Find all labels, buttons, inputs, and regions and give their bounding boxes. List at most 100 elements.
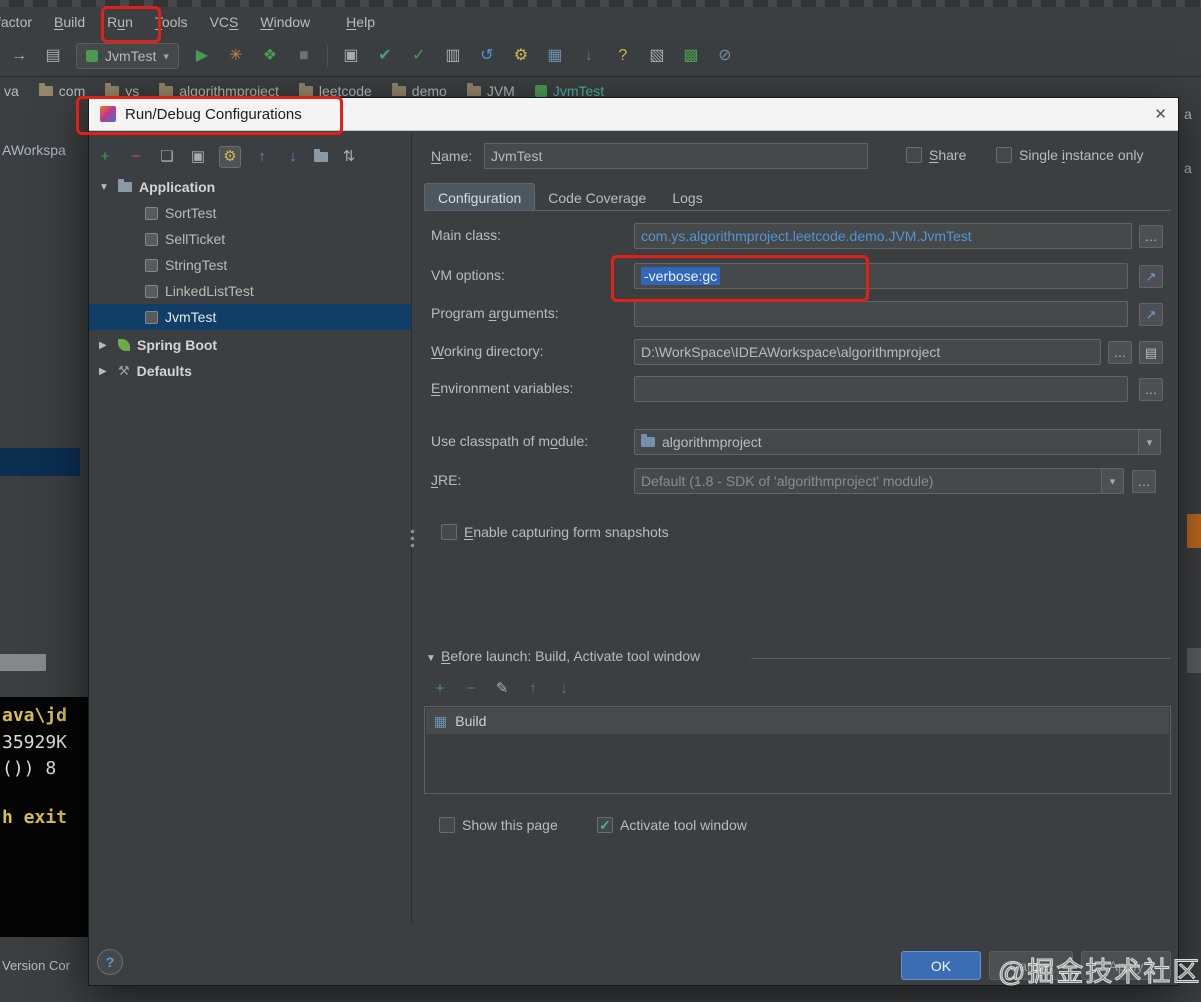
activate-tool-window-checkbox[interactable]: ✓ Activate tool window — [597, 817, 747, 833]
run-icon[interactable]: ▶ — [191, 45, 213, 67]
main-toolbar: → ▤ JvmTest ▾ ▶ ✳ ❖ ■ ▣ ✔ ✓ ▥ ↺ ⚙ ▦ ↓ ? … — [0, 36, 1201, 77]
tree-item-linkedlisttest[interactable]: LinkedListTest — [89, 278, 411, 304]
config-icon — [145, 310, 158, 324]
tab-configuration[interactable]: Configuration — [424, 183, 536, 211]
chevron-collapsed-icon[interactable]: ▶ — [99, 366, 111, 377]
teamcity-icon[interactable]: ▩ — [680, 45, 702, 67]
run-config-select[interactable]: JvmTest ▾ — [76, 43, 179, 69]
menu-item-window[interactable]: Window — [249, 14, 321, 30]
editor-window-icon[interactable]: ▣ — [340, 45, 362, 67]
tab-logs[interactable]: Logs — [659, 184, 715, 211]
dialog-titlebar[interactable]: Run/Debug Configurations ✕ — [89, 98, 1178, 131]
name-field[interactable]: JvmTest — [484, 143, 868, 169]
move-up-icon[interactable]: ↑ — [524, 680, 542, 697]
new-folder-icon[interactable] — [314, 149, 328, 162]
close-icon[interactable]: ✕ — [1154, 105, 1167, 123]
chevron-down-icon[interactable]: ▾ — [1101, 469, 1123, 493]
menu-item-build[interactable]: Build — [43, 14, 96, 30]
menu-item-help[interactable]: Help — [335, 14, 386, 30]
share-checkbox[interactable]: Share — [906, 147, 966, 163]
structure-icon[interactable]: ▥ — [442, 45, 464, 67]
program-arguments-expand-button[interactable]: ↗ — [1139, 303, 1163, 326]
working-directory-field[interactable]: D:\WorkSpace\IDEAWorkspace\algorithmproj… — [634, 339, 1101, 365]
before-launch-item-build[interactable]: ▦ Build — [426, 708, 1169, 734]
tree-group-spring-boot[interactable]: ▶ Spring Boot — [89, 332, 411, 358]
update-icon[interactable]: ✓ — [408, 45, 430, 67]
menu-item-run[interactable]: Run — [96, 14, 144, 30]
download-icon[interactable]: ↓ — [578, 45, 600, 67]
settings-gear-icon[interactable]: ⚙ — [510, 45, 532, 67]
scrollbar-thumb[interactable] — [0, 654, 46, 671]
module-icon — [641, 434, 655, 447]
chevron-expanded-icon[interactable]: ▼ — [99, 182, 111, 193]
cancel-button[interactable]: Cancel — [989, 951, 1073, 980]
environment-variables-browse-button[interactable]: … — [1139, 378, 1163, 401]
panel-splitter[interactable] — [410, 528, 415, 550]
edit-icon[interactable]: ✎ — [493, 679, 511, 697]
section-collapse-icon[interactable]: ▼ — [426, 653, 436, 664]
ok-button[interactable]: OK — [901, 951, 981, 980]
tree-item-stringtest[interactable]: StringTest — [89, 252, 411, 278]
no-entry-icon[interactable]: ⊘ — [714, 45, 736, 67]
tree-item-sellticket[interactable]: SellTicket — [89, 226, 411, 252]
forward-icon[interactable]: → — [8, 45, 30, 67]
vm-options-field[interactable]: -verbose:gc — [634, 263, 1128, 289]
help-icon[interactable]: ? — [612, 45, 634, 67]
jre-label: JRE: — [431, 472, 462, 488]
working-directory-browse-button[interactable]: … — [1108, 341, 1132, 364]
help-button[interactable]: ? — [97, 949, 123, 975]
menu-item-refactor[interactable]: factor — [0, 14, 43, 30]
tree-group-application[interactable]: ▼ Application — [89, 174, 411, 200]
jre-combo[interactable]: Default (1.8 - SDK of 'algorithmproject'… — [634, 468, 1124, 494]
commit-icon[interactable]: ✔ — [374, 45, 396, 67]
tree-item-jvmtest-selected[interactable]: JvmTest — [89, 304, 411, 330]
menu-item-tools[interactable]: Tools — [144, 14, 199, 30]
classpath-combo[interactable]: algorithmproject ▾ — [634, 429, 1161, 455]
rollback-icon[interactable]: ↺ — [476, 45, 498, 67]
tree-item-sorttest[interactable]: SortTest — [89, 200, 411, 226]
add-icon[interactable]: + — [431, 680, 449, 697]
show-this-page-checkbox[interactable]: Show this page — [439, 817, 558, 833]
add-icon[interactable]: + — [95, 147, 115, 167]
menu-item-vcs[interactable]: VCS — [199, 14, 250, 30]
snapshots-checkbox[interactable]: Enable capturing form snapshots — [441, 524, 669, 540]
jre-browse-button[interactable]: … — [1132, 470, 1156, 493]
save-icon[interactable]: ▣ — [188, 147, 208, 167]
chevron-collapsed-icon[interactable]: ▶ — [99, 340, 111, 351]
status-bar-fragment: Version Cor — [2, 958, 70, 973]
run-class-icon — [534, 85, 547, 97]
config-icon — [145, 284, 158, 298]
folder-icon — [298, 83, 313, 96]
breadcrumb-item-com[interactable]: com — [38, 83, 85, 99]
chevron-down-icon[interactable]: ▾ — [1138, 430, 1160, 454]
module-icon[interactable]: ▦ — [544, 45, 566, 67]
apply-button[interactable]: Apply — [1081, 951, 1171, 980]
before-launch-header[interactable]: Before launch: Build, Activate tool wind… — [441, 648, 700, 664]
stop-icon[interactable]: ■ — [293, 45, 315, 67]
copy-icon[interactable]: ❏ — [157, 147, 177, 167]
edit-defaults-icon[interactable]: ⚙ — [219, 146, 241, 168]
plugin-icon[interactable]: ▧ — [646, 45, 668, 67]
sort-icon[interactable]: ⇅ — [339, 147, 359, 167]
vm-options-expand-button[interactable]: ↗ — [1139, 265, 1163, 288]
tree-item-label: LinkedListTest — [165, 283, 254, 299]
working-directory-list-button[interactable]: ▤ — [1139, 341, 1163, 364]
profile-icon[interactable]: ❖ — [259, 45, 281, 67]
tab-code-coverage[interactable]: Code Coverage — [535, 184, 659, 211]
remove-icon[interactable]: − — [126, 147, 146, 167]
move-down-icon[interactable]: ↓ — [555, 680, 573, 697]
coverage-icon[interactable]: ✳ — [225, 45, 247, 67]
application-folder-icon — [118, 179, 132, 192]
single-instance-checkbox[interactable]: Single instance only — [996, 147, 1144, 163]
tree-group-defaults[interactable]: ▶ ⚒ Defaults — [89, 358, 411, 384]
main-class-field[interactable]: com.ys.algorithmproject.leetcode.demo.JV… — [634, 223, 1132, 249]
remove-icon[interactable]: − — [462, 680, 480, 697]
main-class-browse-button[interactable]: … — [1139, 225, 1163, 248]
program-arguments-field[interactable] — [634, 301, 1128, 327]
move-down-icon[interactable]: ↓ — [283, 147, 303, 167]
chevron-down-icon: ▾ — [163, 50, 169, 63]
section-divider — [751, 658, 1171, 659]
move-up-icon[interactable]: ↑ — [252, 147, 272, 167]
environment-variables-field[interactable] — [634, 376, 1128, 402]
class-icon[interactable]: ▤ — [42, 45, 64, 67]
